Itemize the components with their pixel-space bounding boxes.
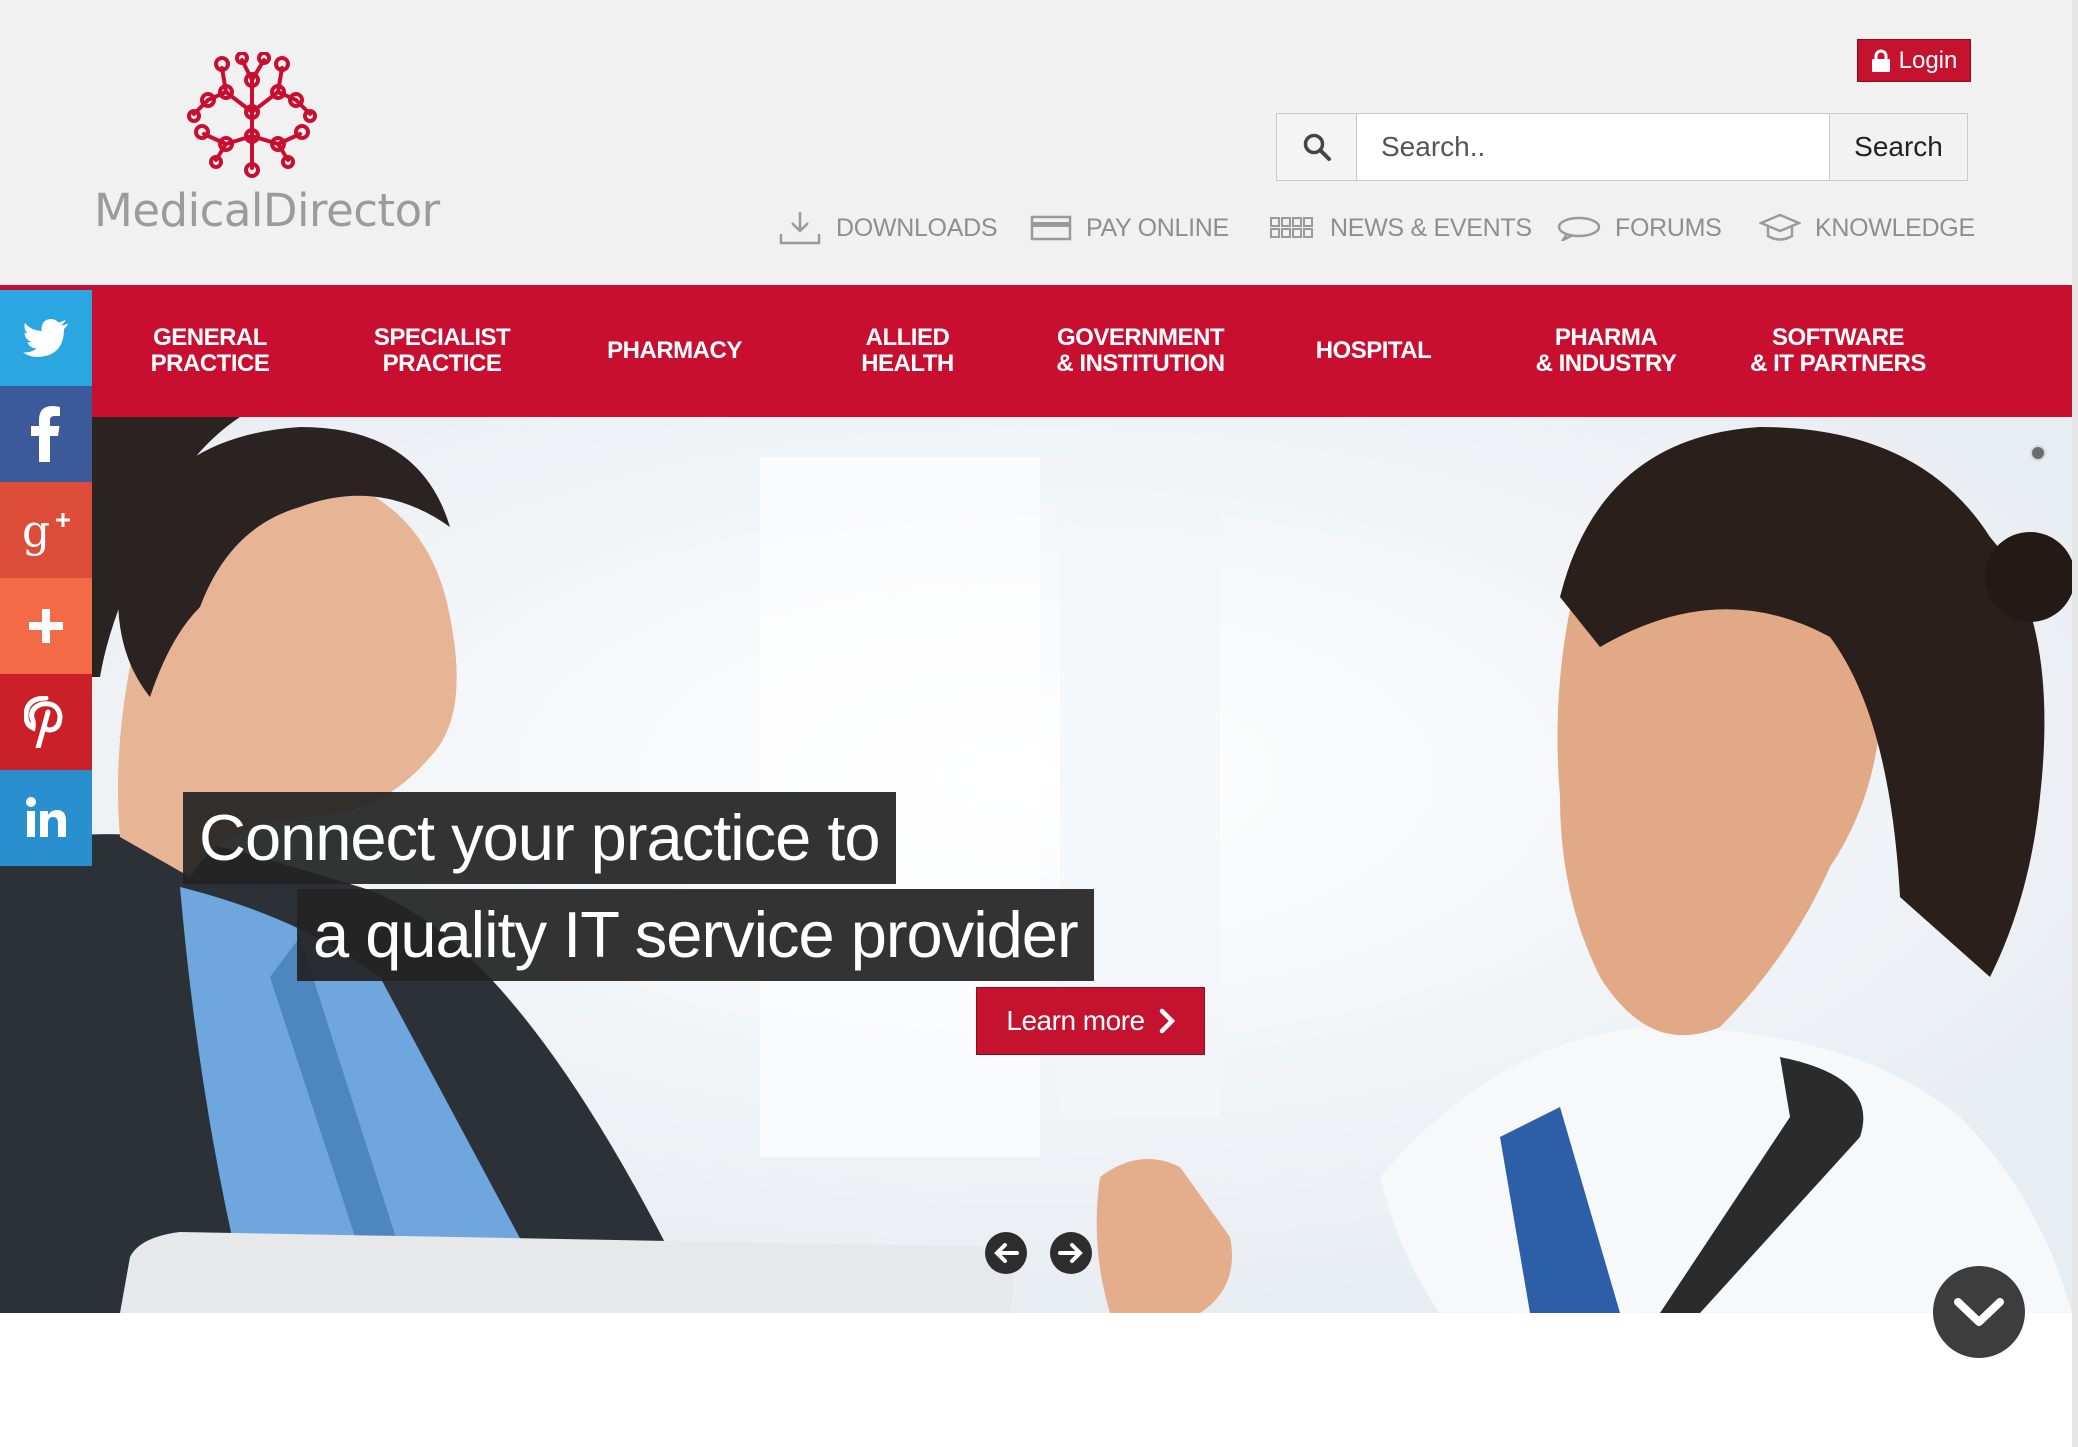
nav-item-pharma-industry[interactable]: PHARMA & INDUSTRY — [1490, 285, 1722, 417]
speech-bubble-icon — [1557, 216, 1601, 241]
utility-link-news-events[interactable]: NEWS & EVENTS — [1270, 208, 1532, 248]
utility-link-pay-online[interactable]: PAY ONLINE — [1030, 208, 1229, 248]
main-nav: GENERAL PRACTICE SPECIALIST PRACTICE PHA… — [0, 285, 2072, 417]
login-label: Login — [1898, 46, 1958, 74]
arrow-right-icon — [1058, 1243, 1083, 1263]
nav-item-pharmacy[interactable]: PHARMACY — [558, 285, 791, 417]
linkedin-icon — [26, 797, 66, 837]
search-icon — [1303, 133, 1331, 161]
facebook-share-button[interactable] — [0, 386, 92, 482]
utility-link-knowledge[interactable]: KNOWLEDGE — [1759, 208, 1975, 248]
twitter-icon — [23, 319, 68, 357]
svg-text:g: g — [22, 506, 50, 556]
carousel-prev-button[interactable] — [985, 1232, 1027, 1274]
graduation-cap-icon — [1759, 213, 1801, 241]
facebook-icon — [31, 406, 60, 462]
carousel-next-button[interactable] — [1050, 1232, 1092, 1274]
linkedin-share-button[interactable] — [0, 770, 92, 866]
plus-icon — [29, 609, 63, 643]
learn-more-button[interactable]: Learn more — [976, 987, 1205, 1055]
nav-item-specialist-practice[interactable]: SPECIALIST PRACTICE — [326, 285, 558, 417]
scroll-down-button[interactable] — [1933, 1266, 2025, 1358]
pinterest-icon — [24, 696, 63, 748]
utility-link-forums[interactable]: FORUMS — [1557, 208, 1722, 248]
google-plus-icon: g — [22, 506, 70, 556]
credit-card-icon — [1030, 215, 1072, 241]
learn-more-label: Learn more — [1006, 1005, 1145, 1036]
nav-item-general-practice[interactable]: GENERAL PRACTICE — [92, 285, 328, 417]
login-button[interactable]: Login — [1857, 39, 1971, 82]
search-input[interactable] — [1357, 114, 1829, 180]
nav-item-government-institution[interactable]: GOVERNMENT & INSTITUTION — [1024, 285, 1257, 417]
chevron-right-icon — [1159, 1008, 1175, 1034]
twitter-share-button[interactable] — [0, 290, 92, 386]
utility-label: NEWS & EVENTS — [1330, 213, 1532, 242]
google-plus-share-button[interactable]: g — [0, 482, 92, 578]
hero-caption-line-1: Connect your practice to — [183, 792, 896, 884]
search-button[interactable]: Search — [1829, 114, 1967, 180]
arrow-left-icon — [994, 1243, 1019, 1263]
brand-logo[interactable]: MedicalDirector — [94, 52, 440, 242]
search-icon-box[interactable] — [1277, 114, 1357, 180]
pinterest-share-button[interactable] — [0, 674, 92, 770]
utility-label: KNOWLEDGE — [1815, 213, 1975, 242]
nav-item-hospital[interactable]: HOSPITAL — [1257, 285, 1490, 417]
hero-caption-line-2: a quality IT service provider — [297, 889, 1094, 981]
content-area — [0, 1313, 2078, 1447]
nav-item-software-it-partners[interactable]: SOFTWARE & IT PARTNERS — [1722, 285, 1954, 417]
nav-item-allied-health[interactable]: ALLIED HEALTH — [791, 285, 1024, 417]
lock-icon — [1871, 49, 1890, 72]
utility-label: FORUMS — [1615, 213, 1722, 242]
utility-label: DOWNLOADS — [836, 213, 998, 242]
grid-icon — [1270, 217, 1313, 238]
carousel-dot[interactable] — [2030, 445, 2046, 461]
chevron-down-icon — [1954, 1298, 2004, 1326]
utility-link-downloads[interactable]: DOWNLOADS — [778, 208, 998, 248]
hero-carousel: Connect your practice to a quality IT se… — [0, 417, 2072, 1313]
utility-label: PAY ONLINE — [1086, 213, 1229, 242]
download-icon — [779, 212, 821, 245]
brand-name: MedicalDirector — [94, 184, 440, 237]
page-edge — [2072, 0, 2078, 1447]
network-tree-icon — [187, 52, 317, 178]
site-header: MedicalDirector Login Search DOWNLOADS — [0, 0, 2078, 285]
add-share-button[interactable] — [0, 578, 92, 674]
search-bar: Search — [1276, 113, 1968, 181]
